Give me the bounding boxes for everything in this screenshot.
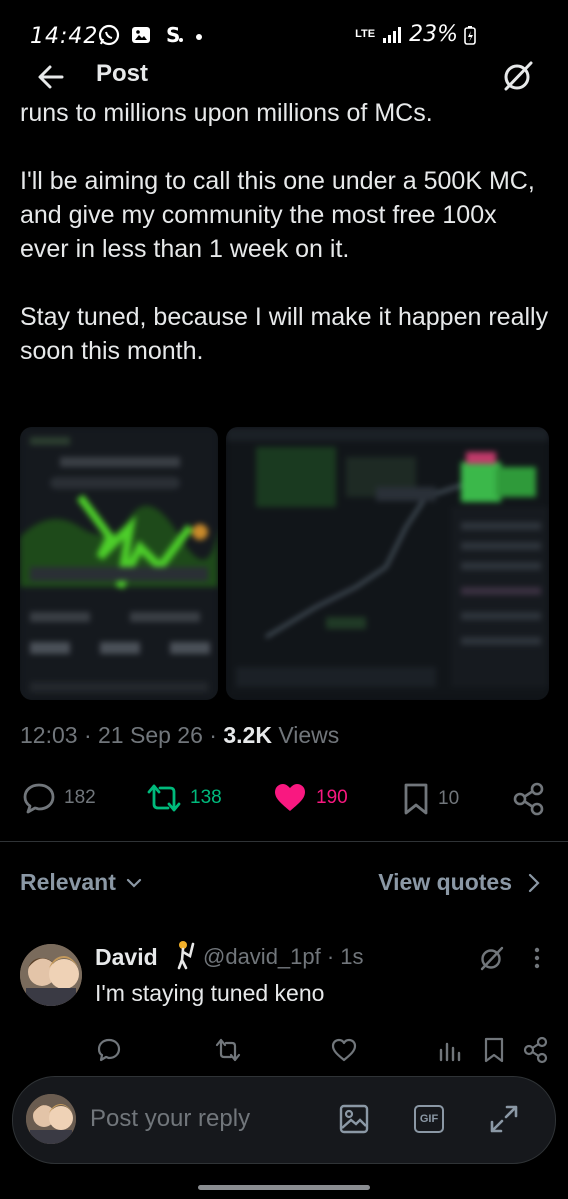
heart-filled-icon — [272, 782, 308, 814]
chevron-down-icon — [124, 873, 144, 893]
grok-icon[interactable] — [500, 58, 536, 94]
reply-bookmark-icon[interactable] — [480, 1036, 508, 1064]
home-indicator[interactable] — [198, 1185, 370, 1190]
status-notification-icons: S — [98, 24, 204, 46]
golfer-emoji-icon — [173, 940, 197, 970]
back-arrow-icon[interactable] — [34, 60, 68, 94]
more-options-icon[interactable] — [530, 946, 544, 972]
divider — [0, 841, 568, 842]
status-right: LTE 23% — [355, 22, 476, 47]
battery-charging-icon — [464, 24, 476, 46]
s-app-icon: S — [162, 24, 184, 46]
reply-count: 182 — [64, 787, 96, 808]
bookmark-icon — [402, 782, 430, 816]
reply-button[interactable]: 182 — [22, 782, 96, 814]
signal-icon — [381, 25, 403, 45]
views-label: Views — [278, 722, 340, 748]
gif-icon[interactable]: GIF — [414, 1105, 444, 1133]
bookmark-count: 10 — [438, 788, 460, 809]
view-quotes-button[interactable]: View quotes — [378, 869, 542, 896]
image-icon[interactable] — [338, 1103, 370, 1135]
svg-text:S: S — [166, 24, 180, 46]
views-count: 3.2K — [223, 722, 272, 748]
post-meta: 12:03 · 21 Sep 26 · 3.2K Views — [20, 722, 339, 749]
whatsapp-icon — [98, 24, 120, 46]
reply-repost-icon[interactable] — [214, 1036, 242, 1064]
share-icon — [512, 782, 546, 816]
reply-comment-icon[interactable] — [95, 1036, 123, 1064]
post-date: 21 Sep 26 — [98, 722, 203, 748]
like-count: 190 — [316, 787, 348, 808]
post-time: 12:03 — [20, 722, 78, 748]
view-quotes-label: View quotes — [378, 869, 512, 895]
reply-heart-icon[interactable] — [330, 1036, 358, 1064]
like-button[interactable]: 190 — [272, 782, 348, 814]
reply-handle: @david_1pf · 1s — [203, 944, 364, 969]
reply-author-name[interactable]: David — [95, 944, 158, 971]
repost-icon — [146, 782, 182, 814]
repost-count: 138 — [190, 787, 222, 808]
share-button[interactable] — [512, 782, 546, 816]
gallery-icon — [130, 24, 152, 46]
meta-separator-1: · — [83, 722, 92, 748]
relevant-sort-button[interactable]: Relevant — [20, 869, 144, 896]
reply-text: I'm staying tuned keno — [95, 980, 325, 1006]
relevant-label: Relevant — [20, 869, 116, 895]
reply-share-icon[interactable] — [522, 1036, 550, 1064]
grok-icon[interactable] — [478, 944, 506, 972]
repost-button[interactable]: 138 — [146, 782, 222, 814]
gif-label: GIF — [419, 1113, 439, 1125]
expand-icon[interactable] — [488, 1103, 520, 1135]
post-image-2[interactable] — [226, 427, 549, 700]
bookmark-button[interactable]: 10 — [402, 782, 459, 816]
page-title: Post — [96, 60, 149, 87]
meta-separator-2: · — [209, 722, 217, 748]
avatar[interactable] — [20, 944, 82, 1006]
post-image-1[interactable] — [20, 427, 218, 700]
status-time: 14:42 — [30, 24, 99, 49]
reply-analytics-icon[interactable] — [436, 1036, 464, 1064]
battery-percent: 23% — [409, 22, 458, 47]
dot-icon — [194, 24, 204, 46]
reply-icon — [22, 782, 56, 814]
lte-label: LTE — [355, 28, 376, 40]
post-text: runs to millions upon millions of MCs. I… — [20, 99, 549, 365]
my-avatar[interactable] — [26, 1094, 76, 1144]
chevron-right-icon — [526, 872, 542, 894]
reply-input-placeholder[interactable]: Post your reply — [90, 1105, 250, 1133]
